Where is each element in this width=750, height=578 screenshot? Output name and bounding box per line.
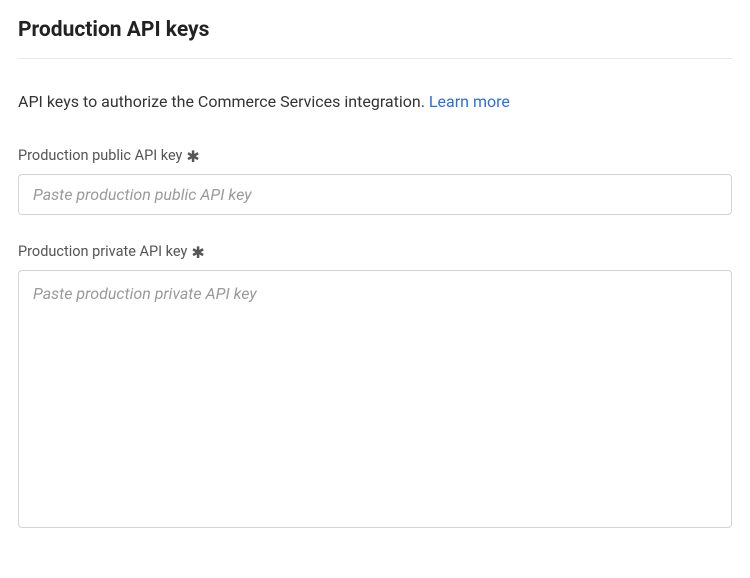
private-api-key-label-text: Production private API key bbox=[18, 243, 187, 260]
section-description: API keys to authorize the Commerce Servi… bbox=[18, 91, 732, 113]
description-text: API keys to authorize the Commerce Servi… bbox=[18, 92, 429, 111]
public-api-key-field: Production public API key ✱ bbox=[18, 147, 732, 215]
private-api-key-input[interactable] bbox=[18, 270, 732, 528]
section-title: Production API keys bbox=[18, 18, 732, 59]
private-api-key-field: Production private API key ✱ bbox=[18, 243, 732, 532]
private-api-key-label: Production private API key ✱ bbox=[18, 243, 732, 260]
required-asterisk-icon: ✱ bbox=[186, 149, 199, 165]
public-api-key-label-text: Production public API key bbox=[18, 147, 182, 164]
learn-more-link[interactable]: Learn more bbox=[429, 92, 510, 111]
public-api-key-label: Production public API key ✱ bbox=[18, 147, 732, 164]
public-api-key-input[interactable] bbox=[18, 174, 732, 215]
required-asterisk-icon: ✱ bbox=[191, 245, 204, 261]
